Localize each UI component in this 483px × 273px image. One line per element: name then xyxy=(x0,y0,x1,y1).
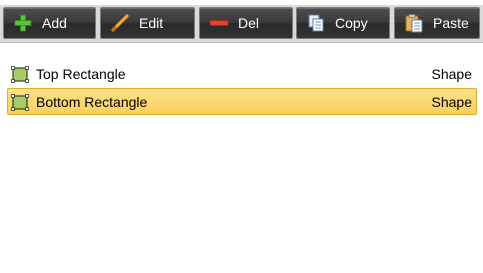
copy-button[interactable]: Copy xyxy=(296,7,390,39)
edit-button-label: Edit xyxy=(139,15,164,31)
list-item-selected[interactable]: Bottom Rectangle Shape xyxy=(7,88,477,115)
list-item[interactable]: Top Rectangle Shape xyxy=(7,60,477,87)
shape-list-panel: Add Edit Del Copy Paste Top Rectangle Sh… xyxy=(0,0,483,273)
paste-button-label: Paste xyxy=(433,15,469,31)
plus-icon xyxy=(13,13,33,33)
paste-button[interactable]: Paste xyxy=(394,7,480,39)
toolbar: Add Edit Del Copy Paste xyxy=(0,5,483,43)
minus-icon xyxy=(209,13,229,33)
copy-button-label: Copy xyxy=(335,15,368,31)
delete-button[interactable]: Del xyxy=(199,7,293,39)
shape-rectangle-icon xyxy=(10,64,30,84)
edit-button[interactable]: Edit xyxy=(100,7,195,39)
list-item-type: Shape xyxy=(431,93,472,110)
delete-button-label: Del xyxy=(238,15,260,31)
shape-list: Top Rectangle Shape Bottom Rectangle Sha… xyxy=(0,58,483,273)
list-item-name: Bottom Rectangle xyxy=(36,93,148,110)
list-item-name: Top Rectangle xyxy=(36,65,126,82)
add-button[interactable]: Add xyxy=(3,7,96,39)
copy-icon xyxy=(306,13,326,33)
pencil-icon xyxy=(110,13,130,33)
shape-rectangle-icon xyxy=(10,92,30,112)
add-button-label: Add xyxy=(42,15,67,31)
paste-icon xyxy=(404,13,424,33)
list-item-type: Shape xyxy=(431,65,472,82)
